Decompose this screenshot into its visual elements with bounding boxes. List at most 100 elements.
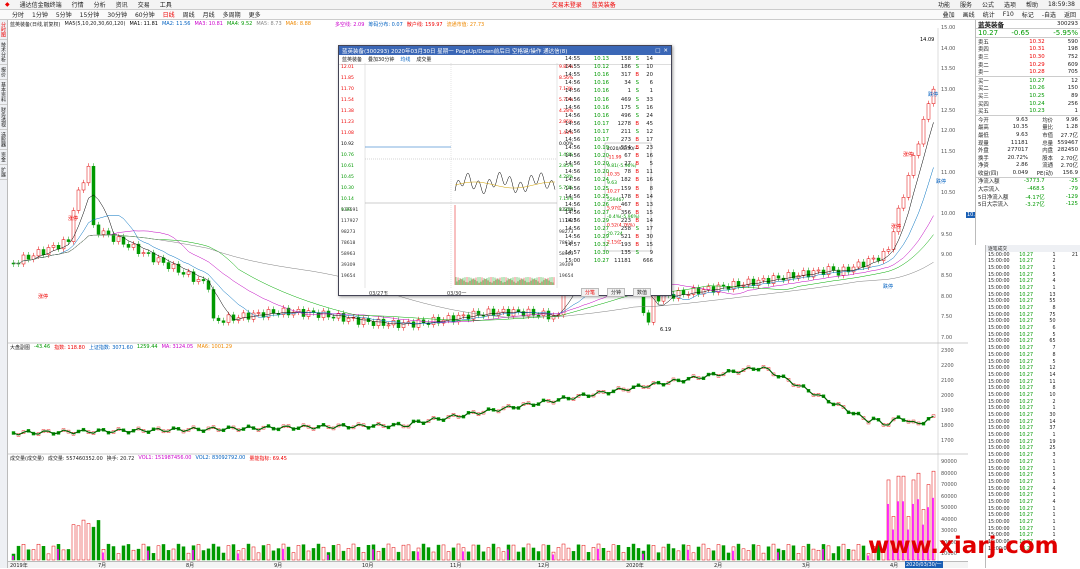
popup-tick-cell: S [635,56,639,63]
sell-cell: 10.28 [1029,69,1045,76]
stat-cell: 27.7亿 [1060,132,1078,139]
toolbar-back[interactable]: 返回 [1060,10,1080,19]
popup-tick-row: 14:56 10.16 496 S 24 [561,112,673,120]
tick-row: 15:00:00 10.27 4 [986,499,1080,506]
candle-body [21,254,26,265]
popup-tick-cell: B [635,72,639,79]
volume-bar [346,548,351,561]
popup-price-tick: 10.45 [341,174,354,180]
buy-cell: 10.27 [1029,77,1045,84]
sidebar-tab-finance[interactable]: 财务透视 [0,105,7,130]
sidebar-tab-screener[interactable]: 选股器 [0,130,7,150]
sidebar-tab-fundamentals[interactable]: 基本资料 [0,80,7,105]
stock-name-top: 蓝英装备 [591,2,616,9]
period-tab-intraday[interactable]: 分时 [8,10,28,19]
period-tab-1min[interactable]: 1分钟 [28,10,52,19]
volume-bar [136,548,141,561]
menu-item-trade[interactable]: 交易 [133,0,155,9]
toolbar-overlay[interactable]: 叠加 [939,10,959,19]
menu-item-tools[interactable]: 工具 [155,0,177,9]
sidebar-tab-quote[interactable]: 报价 [0,65,7,80]
candle-body [66,239,71,242]
sidebar-tab-technical[interactable]: 技术分析 [0,40,7,65]
menu-item-options[interactable]: 选项 [999,0,1021,9]
candle-body [651,294,656,323]
stat-row: 收益(四) 0.049 PE(动) 156.9 [976,169,1080,177]
period-tab-daily[interactable]: 日线 [159,10,179,19]
popup-tick-cell: 175 [620,104,631,111]
popup-maximize-icon[interactable]: □ [655,48,660,54]
candle-body [706,286,711,290]
toolbar-stats[interactable]: 统计 [979,10,999,19]
menu-item-help[interactable]: 帮助 [1021,0,1043,9]
popup-tab-volume[interactable]: 成交量 [416,56,431,63]
popup-btn-ticks[interactable]: 分笔 [581,288,600,297]
menu-item-formula[interactable]: 公式 [977,0,999,9]
toolbar-draw[interactable]: 画线 [959,10,979,19]
popup-tick-list[interactable]: 14:55 10.13 158 S 14 14:55 10.12 186 S 10 14:55 10.… [561,55,673,265]
menu-item-news[interactable]: 资讯 [111,0,133,9]
sidebar-tab-extend[interactable]: 扩展 [0,165,7,180]
popup-btn-values[interactable]: 数值 [633,288,652,297]
popup-close-icon[interactable]: ✕ [663,48,668,54]
period-tab-60min[interactable]: 60分钟 [131,10,159,19]
period-tab-multi[interactable]: 多周期 [219,10,245,19]
tick-row: 15:00:00 10.27 75 [986,312,1080,319]
volume-bar [216,546,221,561]
toolbar-f10[interactable]: F10 [999,11,1018,18]
menu-item-market[interactable]: 行情 [67,0,89,9]
volume-bar [501,551,506,561]
popup-tick-cell: 14:56 [565,80,581,87]
volume-bar [256,552,261,561]
volume-bar [721,545,726,561]
volume-bar [381,547,386,561]
sell-cell: 卖一 [978,70,989,77]
index-lines-group [11,365,936,437]
popup-btn-minutes[interactable]: 分钟 [607,288,626,297]
volume-bar [156,545,161,561]
menu-item-analysis[interactable]: 分析 [89,0,111,9]
period-tab-15min[interactable]: 15分钟 [76,10,104,19]
popup-tab-stock[interactable]: 蓝英装备 [342,56,362,63]
annot-3: 涨停 [891,223,901,230]
candle-body [501,308,506,313]
buy-cell: 12 [1071,77,1078,84]
vol-val-3: VOL2: 83092792.00 [195,455,246,461]
period-tab-more[interactable]: 更多 [245,10,265,19]
period-tab-weekly[interactable]: 周线 [179,10,199,19]
volume-bar [66,549,71,561]
volume-bar [36,543,41,561]
popup-tick-cell: 17 [646,226,653,233]
tick-cell: 10.27 [1019,319,1033,325]
tick-cell: 15:00:00 [988,272,1010,278]
popup-tab-overlay[interactable]: 叠加30分钟 [368,56,394,63]
popup-tick-cell: 14:55 [565,56,581,63]
tick-cell: 7 [1052,346,1056,352]
toolbar-mark[interactable]: 标记 [1018,10,1038,19]
stat-cell: 20.72% [1007,154,1028,161]
menu-item-service[interactable]: 服务 [955,0,977,9]
sidebar-tab-funds[interactable]: 资金 [0,150,7,165]
popup-tab-ma[interactable]: 均线 [400,56,410,63]
candle-body [306,310,311,317]
tick-row: 15:00:00 10.27 6 [986,325,1080,332]
extra-2: 筹码分布: 0.07 [368,21,403,28]
toolbar-watchlist[interactable]: -自选 [1038,10,1060,19]
volume-ma-bar [237,553,239,560]
period-tab-30min[interactable]: 30分钟 [103,10,131,19]
popup-vol-tick: 19654 [341,273,355,279]
tick-panel[interactable]: 逐笔成交 15:00:00 10.27 1 21 15:00:00 10.27 2 15:00… [985,245,1080,568]
volume-bar [806,543,811,561]
candle-body [486,308,491,316]
sidebar-tab-intraday[interactable]: 分时图 [0,20,7,40]
tick-row: 15:00:00 10.27 13 [986,292,1080,299]
menu-item-function[interactable]: 功能 [933,0,955,9]
volume-bar [861,545,866,561]
tick-cell: 4 [1052,279,1056,285]
volume-bar [846,548,851,561]
intraday-popup[interactable]: 蓝英装备(300293) 2020年03月30日 星期一 PageUp/Down… [338,45,673,297]
period-tab-monthly[interactable]: 月线 [199,10,219,19]
popup-tick-cell: B [635,217,639,224]
period-tab-5min[interactable]: 5分钟 [52,10,76,19]
candle-body [926,103,931,120]
